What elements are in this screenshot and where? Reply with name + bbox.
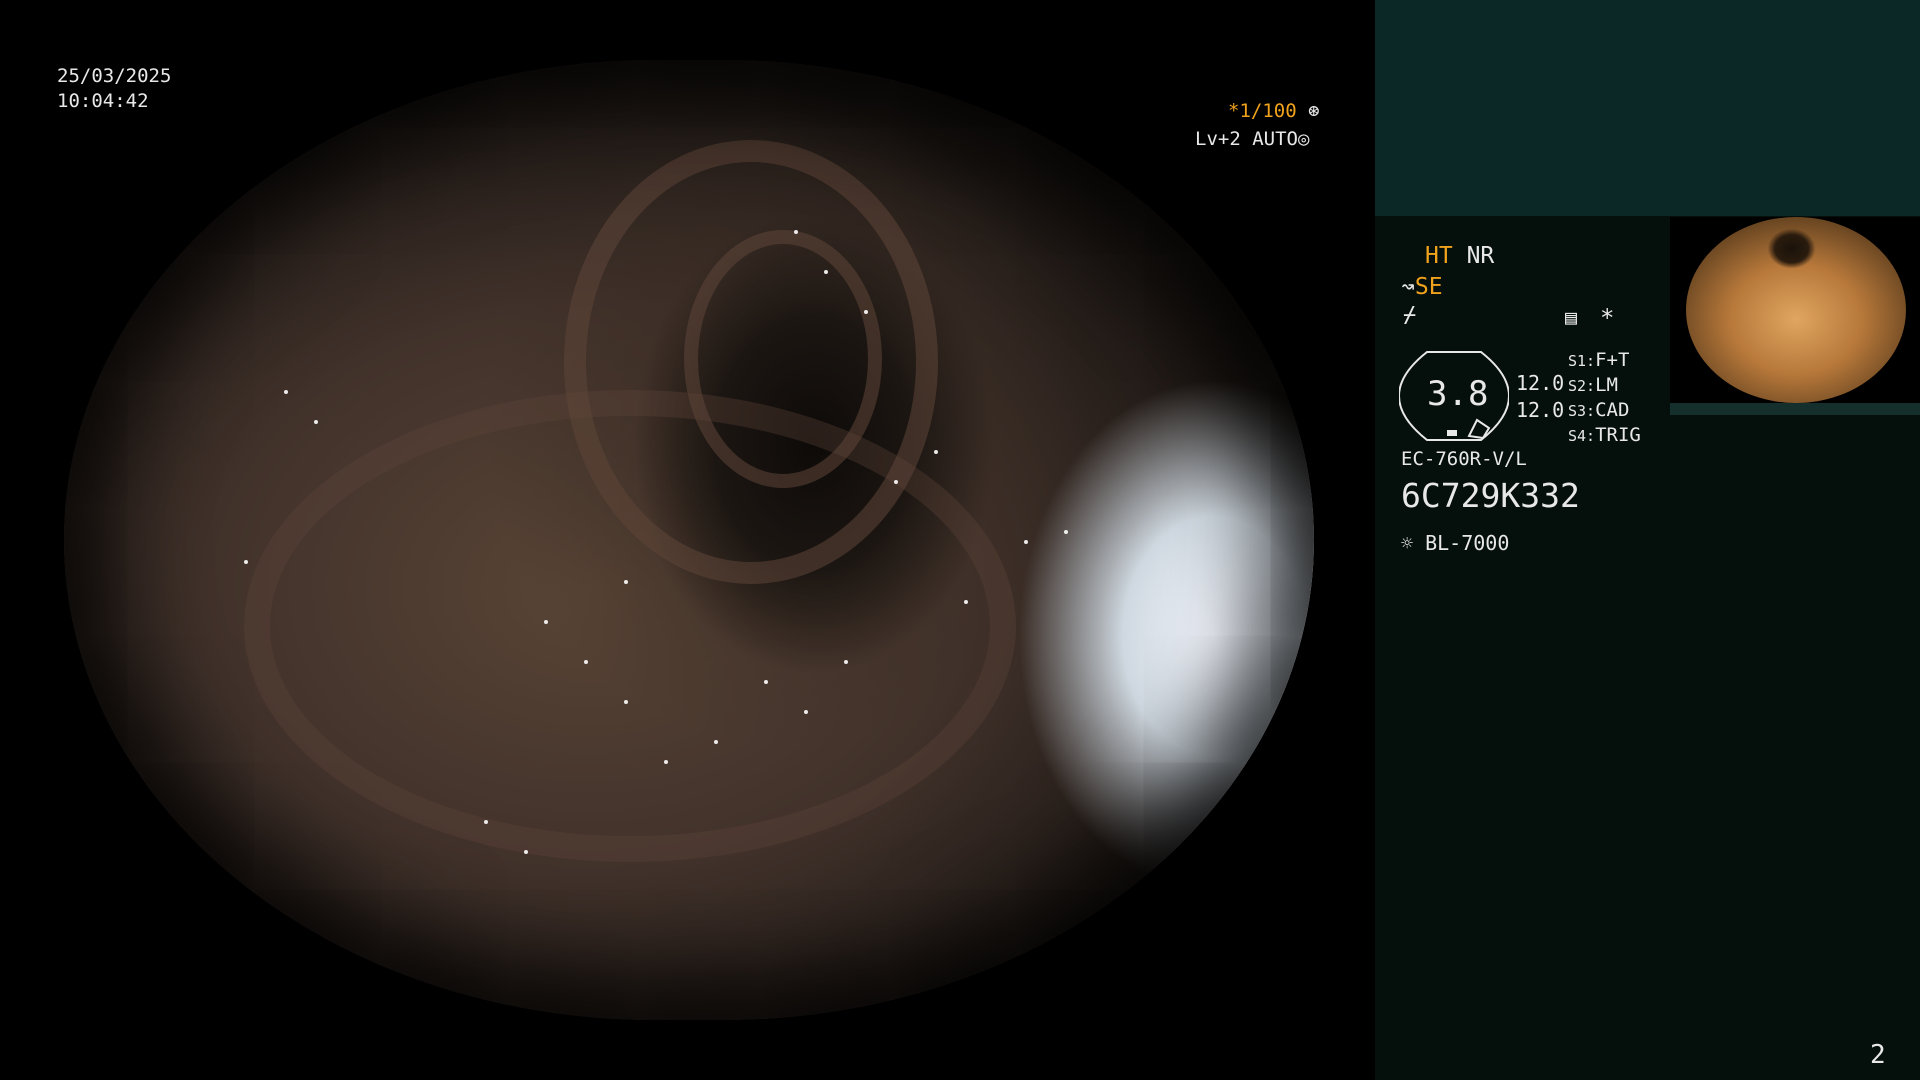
scope-model: EC-760R-V/L xyxy=(1401,448,1527,470)
specular-highlight xyxy=(284,390,288,394)
switch-4-label: S4: xyxy=(1568,427,1596,445)
specular-highlight xyxy=(524,850,528,854)
specular-highlight xyxy=(894,480,898,484)
specular-highlight xyxy=(1024,540,1028,544)
level-text: Lv+2 xyxy=(1195,128,1241,150)
switch-3: S3:CAD xyxy=(1568,399,1629,421)
specular-highlight xyxy=(804,710,808,714)
specular-highlight xyxy=(484,820,488,824)
switch-3-value: CAD xyxy=(1595,399,1630,421)
specular-highlight xyxy=(584,660,588,664)
switch-1-label: S1: xyxy=(1568,352,1596,370)
panel-header-area xyxy=(1375,0,1920,216)
se-row: ↝SE xyxy=(1401,274,1443,300)
specular-highlight xyxy=(244,560,248,564)
specular-highlight xyxy=(964,600,968,604)
thumbnail-image xyxy=(1686,217,1906,403)
specular-highlight xyxy=(714,740,718,744)
switch-2-label: S2: xyxy=(1568,377,1596,395)
switch-2: S2:LM xyxy=(1568,374,1618,396)
switch-3-label: S3: xyxy=(1568,402,1596,420)
zoom-value: 3.8 xyxy=(1427,374,1489,414)
level-row: Lv+2 AUTO◎ xyxy=(1195,127,1309,151)
specular-highlight xyxy=(544,620,548,624)
scope-serial: 6C729K332 xyxy=(1401,476,1580,515)
auto-text: AUTO xyxy=(1252,128,1298,150)
mode-icon: ⌿ xyxy=(1403,303,1417,328)
light-icon: ☼ xyxy=(1401,531,1414,555)
specular-highlight xyxy=(1064,530,1068,534)
date-text: 25/03/2025 xyxy=(57,65,172,87)
switch-4: S4:TRIG xyxy=(1568,424,1641,446)
endoscope-view: 25/03/2025 10:04:42 *1/100 ⊛ Lv+2 AUTO◎ xyxy=(0,0,1375,1080)
switch-2-value: LM xyxy=(1595,374,1618,396)
specular-highlight xyxy=(624,580,628,584)
specular-highlight xyxy=(934,450,938,454)
shutter-row: *1/100 ⊛ xyxy=(1228,99,1320,123)
se-indicator: SE xyxy=(1414,274,1443,300)
menu-icon: ▤ xyxy=(1565,305,1578,329)
specular-highlight xyxy=(764,680,768,684)
shutter-icon: ⊛ xyxy=(1308,100,1320,122)
endoscopic-image xyxy=(64,60,1314,1020)
ht-indicator: HT xyxy=(1425,243,1453,269)
specular-highlight xyxy=(864,310,868,314)
specular-highlight xyxy=(824,270,828,274)
specular-highlight xyxy=(844,660,848,664)
light-source: BL-7000 xyxy=(1425,531,1510,555)
page-number: 2 xyxy=(1870,1040,1886,1070)
thumbnail-status-bar xyxy=(1670,403,1920,415)
reference-thumbnail[interactable] xyxy=(1670,217,1920,403)
shutter-speed: *1/100 xyxy=(1228,100,1297,122)
light-row: ☼ BL-7000 xyxy=(1401,531,1509,555)
processing-row: HT NR xyxy=(1425,243,1494,269)
info-panel: HT NR ↝SE ⌿ ▤ * 3.8 12.0 12.0 S1:F+T S2:… xyxy=(1375,0,1920,1080)
asterisk-indicator: * xyxy=(1600,304,1615,332)
value-2: 12.0 xyxy=(1516,398,1565,422)
switch-4-value: TRIG xyxy=(1595,424,1641,446)
nr-indicator: NR xyxy=(1466,243,1495,269)
se-icon: ↝ xyxy=(1401,274,1415,300)
specular-highlight xyxy=(664,760,668,764)
switch-1-value: F+T xyxy=(1595,349,1630,371)
auto-icon: ◎ xyxy=(1297,128,1310,150)
specular-highlight xyxy=(314,420,318,424)
specular-highlight xyxy=(624,700,628,704)
switch-1: S1:F+T xyxy=(1568,349,1629,371)
specular-highlight xyxy=(794,230,798,234)
value-1: 12.0 xyxy=(1516,371,1565,395)
scope-vignette xyxy=(64,60,1314,1020)
time-text: 10:04:42 xyxy=(57,90,149,112)
